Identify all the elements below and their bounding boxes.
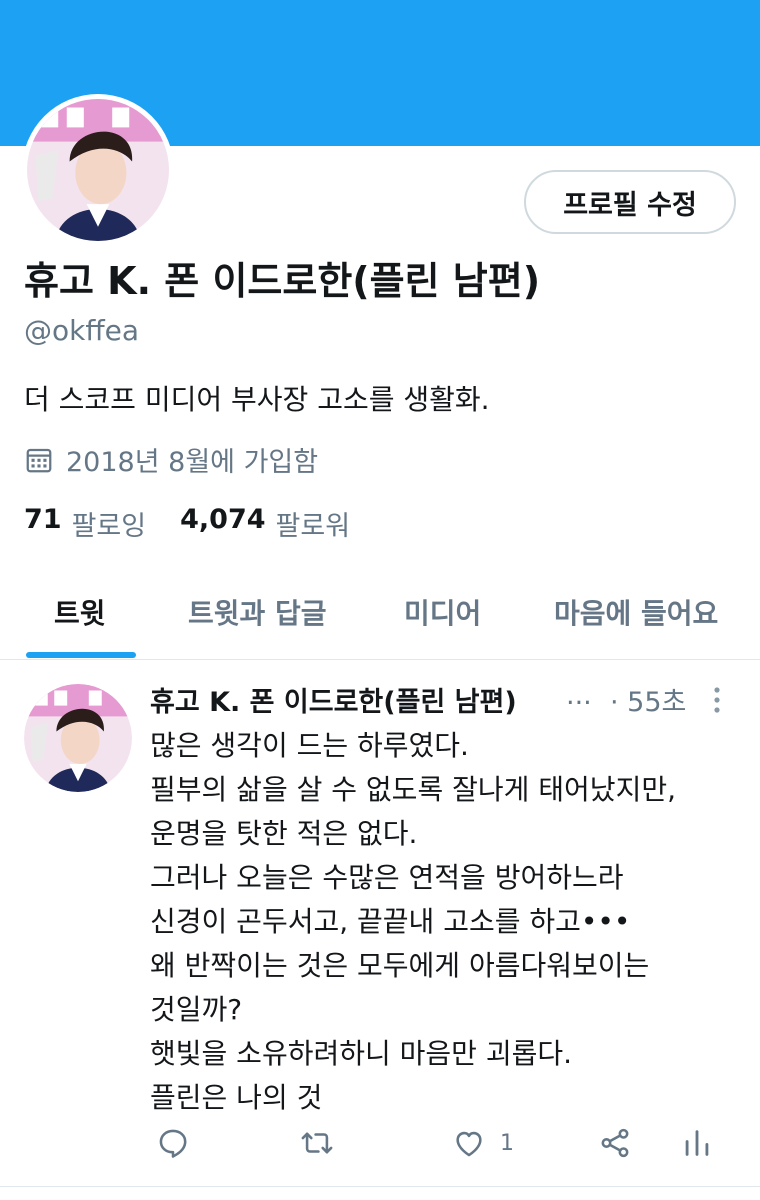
avatar-illustration [27, 99, 169, 241]
tweet-name-ellipsis: ... [566, 680, 592, 711]
calendar-icon [24, 445, 54, 475]
analytics-button[interactable] [680, 1126, 714, 1160]
tweet-line: 많은 생각이 드는 하루였다. [150, 729, 469, 762]
retweet-button[interactable] [300, 1126, 334, 1160]
like-button[interactable]: 1 [452, 1126, 514, 1160]
tweet-text: 많은 생각이 드는 하루였다. 필부의 삶을 살 수 없도록 잘나게 태어났지만… [150, 724, 746, 1120]
analytics-icon [685, 1130, 709, 1156]
tweet-line: 필부의 삶을 살 수 없도록 잘나게 태어났지만, [150, 773, 676, 806]
join-date-text: 2018년 8월에 가입함 [66, 447, 319, 478]
tab-likes[interactable]: 마음에 들어요 [554, 592, 718, 632]
tweet-divider [0, 1186, 760, 1187]
tweet-line: 그러나 오늘은 수많은 연적을 방어하느라 [150, 861, 624, 894]
follow-stats: 71 팔로잉 4,074 팔로워 [24, 504, 384, 543]
following-count[interactable]: 71 [24, 504, 62, 543]
share-button[interactable] [598, 1126, 632, 1160]
active-tab-indicator [26, 652, 136, 658]
retweet-icon [301, 1132, 333, 1154]
profile-display-name: 휴고 K. 폰 이드로한(플린 남편) [24, 259, 541, 303]
tweet-author-name[interactable]: 휴고 K. 폰 이드로한(플린 남편) [150, 680, 517, 719]
tab-tweets-and-replies[interactable]: 트윗과 답글 [188, 592, 327, 632]
tweet-avatar[interactable] [24, 684, 132, 792]
join-date: 2018년 8월에 가입함 [24, 440, 318, 479]
more-vertical-icon[interactable] [710, 682, 724, 718]
reply-icon [159, 1129, 187, 1158]
profile-tabs: 트윗 트윗과 답글 미디어 마음에 들어요 [0, 570, 760, 660]
profile-avatar[interactable] [22, 94, 174, 246]
tab-tweets[interactable]: 트윗 [54, 592, 106, 632]
share-icon [601, 1128, 629, 1158]
tweet-line: 것일까? [150, 993, 243, 1026]
edit-profile-button[interactable]: 프로필 수정 [524, 170, 736, 234]
tweet-timestamp[interactable]: · 55초 [610, 680, 686, 719]
tweet-header: 휴고 K. 폰 이드로한(플린 남편) ... · 55초 [150, 680, 740, 720]
like-count: 1 [500, 1130, 514, 1156]
tweet-line: 운명을 탓한 적은 없다. [150, 817, 418, 850]
followers-count[interactable]: 4,074 [180, 504, 265, 543]
tweet-line: 왜 반짝이는 것은 모두에게 아름다워보이는 [150, 949, 650, 982]
followers-label[interactable]: 팔로워 [276, 504, 351, 543]
tweet-line: 햇빛을 소유하려하니 마음만 괴롭다. [150, 1037, 573, 1070]
profile-handle: @okffea [24, 314, 140, 347]
profile-bio: 더 스코프 미디어 부사장 고소를 생활화. [24, 383, 490, 416]
tweet-line: 신경이 곤두서고, 끝끝내 고소를 하고••• [150, 905, 631, 938]
reply-button[interactable] [156, 1126, 190, 1160]
avatar-illustration [24, 684, 132, 792]
tweet-actions: 1 [150, 1120, 730, 1170]
following-label[interactable]: 팔로잉 [72, 504, 147, 543]
tab-media[interactable]: 미디어 [404, 592, 481, 632]
tweet-line: 플린은 나의 것 [150, 1081, 323, 1114]
heart-icon [456, 1131, 482, 1157]
